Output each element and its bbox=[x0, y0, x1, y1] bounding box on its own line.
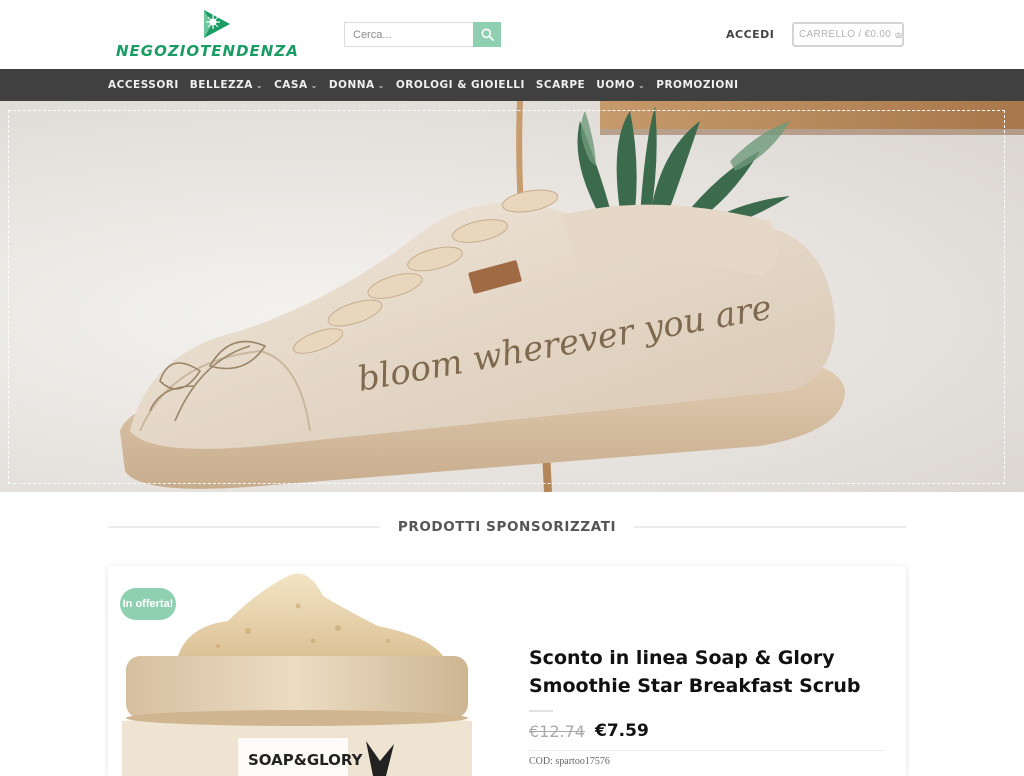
product-image[interactable]: SOAP&GLORY In offerta! bbox=[108, 566, 484, 776]
nav-item-label: PROMOZIONI bbox=[656, 79, 739, 91]
title-separator bbox=[529, 710, 553, 712]
nav-item-orologi-gioielli[interactable]: OROLOGI & GIOIELLI bbox=[396, 79, 525, 91]
site-header: NEGOZIOTENDENZA ACCEDI CARRELLO / €0.00 bbox=[0, 0, 1024, 69]
nav-item-label: UOMO bbox=[596, 79, 636, 91]
sale-price: €7.59 bbox=[595, 721, 649, 741]
nav-item-promozioni[interactable]: PROMOZIONI bbox=[656, 79, 738, 91]
divider-left bbox=[108, 526, 380, 528]
main-nav: ACCESSORI BELLEZZA ⌄ CASA ⌄ DONNA ⌄ OROLOGI & G… bbox=[0, 69, 1024, 101]
nav-item-scarpe[interactable]: SCARPE bbox=[536, 79, 585, 91]
chevron-down-icon: ⌄ bbox=[255, 80, 264, 90]
cart-label: CARRELLO / €0.00 bbox=[799, 29, 892, 40]
nav-item-label: SCARPE bbox=[535, 79, 586, 91]
price-separator bbox=[529, 750, 884, 751]
jar-brand-label: SOAP&GLORY bbox=[248, 751, 364, 769]
nav-item-accessori[interactable]: ACCESSORI bbox=[108, 79, 179, 91]
old-price: €12.74 bbox=[529, 722, 585, 741]
product-card[interactable]: SOAP&GLORY In offerta! Sconto in linea S… bbox=[108, 566, 906, 776]
search-button[interactable] bbox=[473, 22, 501, 47]
nav-item-label: ACCESSORI bbox=[108, 79, 179, 91]
search-icon bbox=[481, 28, 494, 41]
search-form bbox=[344, 22, 501, 47]
sponsored-products-heading: PRODOTTI SPONSORIZZATI bbox=[108, 515, 907, 539]
site-logo[interactable]: NEGOZIOTENDENZA bbox=[116, 8, 321, 62]
divider-right bbox=[634, 526, 907, 528]
shopping-bag-icon bbox=[895, 32, 902, 38]
cart-button[interactable]: CARRELLO / €0.00 bbox=[792, 22, 904, 47]
chevron-down-icon: ⌄ bbox=[377, 80, 385, 90]
chevron-down-icon: ⌄ bbox=[638, 80, 646, 90]
sale-badge: In offerta! bbox=[120, 588, 176, 620]
nav-item-label: OROLOGI & GIOIELLI bbox=[395, 79, 525, 91]
nav-item-label: DONNA bbox=[328, 79, 375, 91]
product-title[interactable]: Sconto in linea Soap & Glory Smoothie St… bbox=[529, 644, 889, 700]
hero-banner[interactable]: bloom wherever you are bbox=[0, 101, 1024, 492]
chevron-down-icon: ⌄ bbox=[310, 80, 318, 90]
nav-item-casa[interactable]: CASA ⌄ bbox=[274, 79, 318, 91]
nav-item-label: BELLEZZA bbox=[189, 79, 253, 91]
section-title: PRODOTTI SPONSORIZZATI bbox=[397, 519, 617, 535]
play-triangle-logo-icon bbox=[204, 10, 230, 38]
nav-item-uomo[interactable]: UOMO ⌄ bbox=[596, 79, 645, 91]
search-input[interactable] bbox=[344, 22, 474, 47]
product-sku: COD: spartoo17576 bbox=[529, 756, 610, 767]
login-link[interactable]: ACCEDI bbox=[726, 28, 774, 41]
main-nav-list: ACCESSORI BELLEZZA ⌄ CASA ⌄ DONNA ⌄ OROLOGI & G… bbox=[108, 69, 749, 101]
nav-item-label: CASA bbox=[274, 79, 308, 91]
hero-sneaker-image: bloom wherever you are bbox=[120, 101, 1024, 492]
nav-item-donna[interactable]: DONNA ⌄ bbox=[329, 79, 385, 91]
nav-item-bellezza[interactable]: BELLEZZA ⌄ bbox=[190, 79, 263, 91]
logo-wordmark: NEGOZIOTENDENZA bbox=[116, 42, 299, 60]
